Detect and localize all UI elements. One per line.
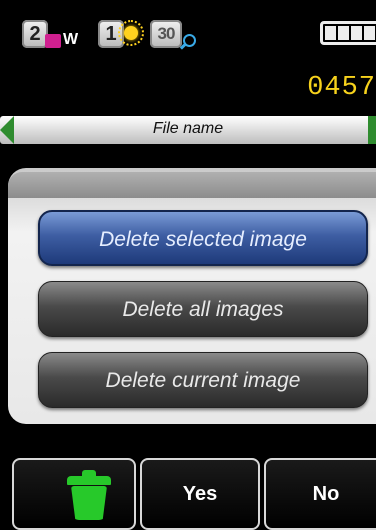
- battery-icon: [320, 21, 376, 45]
- image-counter: 0457: [307, 73, 376, 103]
- file-name-label: File name: [152, 120, 224, 137]
- next-arrow-icon[interactable]: [368, 116, 376, 144]
- delete-all-images-button[interactable]: Delete all images: [38, 281, 368, 337]
- trash-button[interactable]: [12, 458, 136, 530]
- yes-button[interactable]: Yes: [140, 458, 260, 530]
- zoom-badge: 30: [150, 20, 182, 48]
- white-balance-icon: [45, 34, 61, 48]
- white-balance-label: W: [63, 31, 79, 48]
- trash-icon: [71, 486, 107, 520]
- light-icon: [124, 26, 138, 40]
- trash-icon-lid: [67, 476, 111, 485]
- status-bar: 2 W 1 30 0457: [0, 0, 376, 110]
- panel-header: [8, 172, 376, 198]
- file-name-bar[interactable]: File name: [0, 116, 376, 144]
- no-button[interactable]: No: [264, 458, 376, 530]
- bottom-action-bar: Yes No: [0, 458, 376, 530]
- delete-current-image-button[interactable]: Delete current image: [38, 352, 368, 408]
- delete-selected-image-button[interactable]: Delete selected image: [38, 210, 368, 266]
